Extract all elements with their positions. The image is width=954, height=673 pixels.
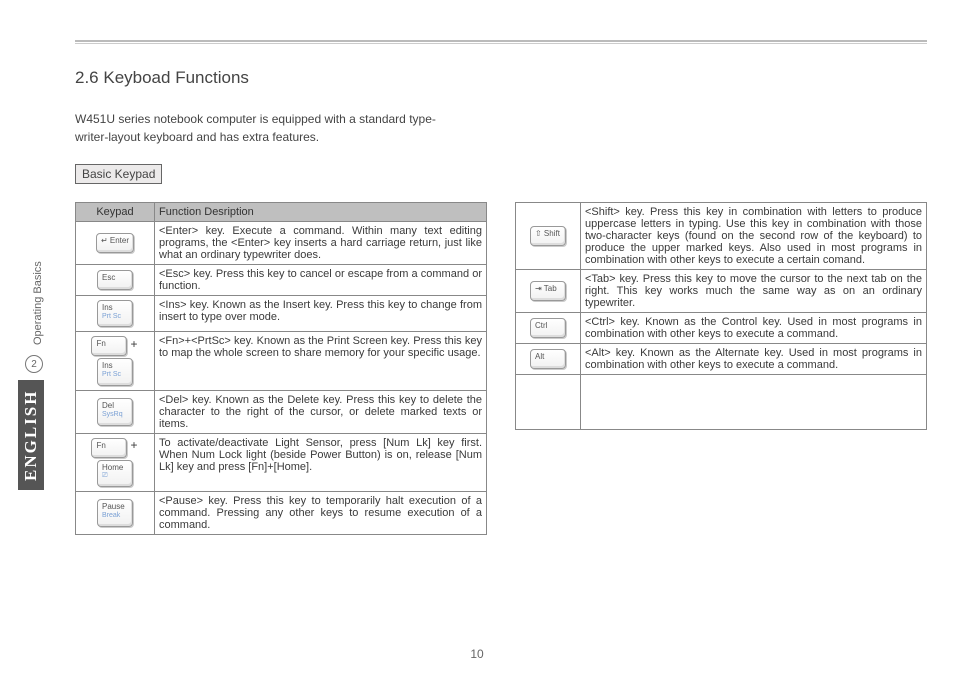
keypad-cell: ⇧ Shift <box>516 203 581 270</box>
chapter-label: Operating Basics <box>32 215 44 345</box>
left-column: Keypad Function Desription ↵ Enter <Enter… <box>75 202 487 535</box>
keypad-cell <box>516 375 581 430</box>
intro-line-1: W451U series notebook computer is equipp… <box>75 112 436 126</box>
keycap-icon: InsPrt Sc <box>97 300 133 327</box>
description-cell <box>581 375 927 430</box>
intro-text: W451U series notebook computer is equipp… <box>75 110 927 146</box>
table-row: Ctrl <Ctrl> key. Known as the Control key… <box>516 313 927 344</box>
description-cell: <Ctrl> key. Known as the Control key. Us… <box>581 313 927 344</box>
table-row: Fn+ InsPrt Sc <Fn>+<PrtSc> key. Known as t… <box>76 332 487 390</box>
description-cell: <Tab> key. Press this key to move the cu… <box>581 270 927 313</box>
table-row: Alt <Alt> key. Known as the Alternate key… <box>516 344 927 375</box>
table-row: ⇥ Tab <Tab> key. Press this key to move t… <box>516 270 927 313</box>
table-row: ⇧ Shift <Shift> key. Press this key in co… <box>516 203 927 270</box>
keypad-cell: InsPrt Sc <box>76 296 155 332</box>
keycap-icon: Fn <box>91 336 127 356</box>
keypad-cell: ↵ Enter <box>76 222 155 265</box>
description-cell: <Enter> key. Execute a command. Within m… <box>155 222 487 265</box>
keypad-cell: DelSysRq <box>76 390 155 433</box>
intro-line-2: writer-layout keyboard and has extra fea… <box>75 130 319 144</box>
keycap-icon: DelSysRq <box>97 398 133 425</box>
keypad-table-left: Keypad Function Desription ↵ Enter <Enter… <box>75 202 487 535</box>
description-cell: <Ins> key. Known as the Insert key. Pres… <box>155 296 487 332</box>
keypad-cell: Fn+ Home⎚ <box>76 433 155 491</box>
page-content: 2.6 Keyboad Functions W451U series noteb… <box>75 62 927 643</box>
keycap-icon: Home⎚ <box>97 460 133 487</box>
keypad-cell: ⇥ Tab <box>516 270 581 313</box>
right-column: ⇧ Shift <Shift> key. Press this key in co… <box>515 202 927 535</box>
keycap-icon: Fn <box>91 438 127 458</box>
top-rule <box>75 40 927 44</box>
description-cell: <Alt> key. Known as the Alternate key. U… <box>581 344 927 375</box>
keypad-cell: PauseBreak <box>76 492 155 535</box>
table-row: ↵ Enter <Enter> key. Execute a command. W… <box>76 222 487 265</box>
page-number: 10 <box>0 647 954 661</box>
side-label-block: Operating Basics 2 ENGLISH <box>18 225 44 475</box>
keycap-icon: ⇥ Tab <box>530 281 566 301</box>
keycap-icon: ↵ Enter <box>96 233 134 253</box>
keycap-icon: Alt <box>530 349 566 369</box>
section-label: Basic Keypad <box>75 164 162 184</box>
keycap-icon: Ctrl <box>530 318 566 338</box>
table-row: DelSysRq <Del> key. Known as the Delete k… <box>76 390 487 433</box>
keycap-icon: PauseBreak <box>97 499 133 526</box>
description-cell: <Del> key. Known as the Delete key. Pres… <box>155 390 487 433</box>
table-row: PauseBreak <Pause> key. Press this key to… <box>76 492 487 535</box>
keypad-cell: Alt <box>516 344 581 375</box>
page-title: 2.6 Keyboad Functions <box>75 68 927 88</box>
language-tab: ENGLISH <box>18 380 44 490</box>
keycap-icon: InsPrt Sc <box>97 358 133 385</box>
keypad-cell: Fn+ InsPrt Sc <box>76 332 155 390</box>
keypad-cell: Ctrl <box>516 313 581 344</box>
description-cell: <Shift> key. Press this key in combinati… <box>581 203 927 270</box>
description-cell: To activate/deactivate Light Sensor, pre… <box>155 433 487 491</box>
table-row: InsPrt Sc <Ins> key. Known as the Insert … <box>76 296 487 332</box>
keypad-table-right: ⇧ Shift <Shift> key. Press this key in co… <box>515 202 927 430</box>
chapter-number-badge: 2 <box>25 355 43 373</box>
description-cell: <Esc> key. Press this key to cancel or e… <box>155 265 487 296</box>
description-cell: <Fn>+<PrtSc> key. Known as the Print Scr… <box>155 332 487 390</box>
plus-icon: + <box>130 438 137 452</box>
keycap-icon: ⇧ Shift <box>530 226 566 246</box>
keycap-icon: Esc <box>97 270 133 290</box>
plus-icon: + <box>130 337 137 351</box>
keypad-cell: Esc <box>76 265 155 296</box>
header-description: Function Desription <box>155 203 487 222</box>
header-keypad: Keypad <box>76 203 155 222</box>
table-row: Esc <Esc> key. Press this key to cancel o… <box>76 265 487 296</box>
table-row: Fn+ Home⎚ To activate/deactivate Light Sen… <box>76 433 487 491</box>
description-cell: <Pause> key. Press this key to temporari… <box>155 492 487 535</box>
table-row <box>516 375 927 430</box>
